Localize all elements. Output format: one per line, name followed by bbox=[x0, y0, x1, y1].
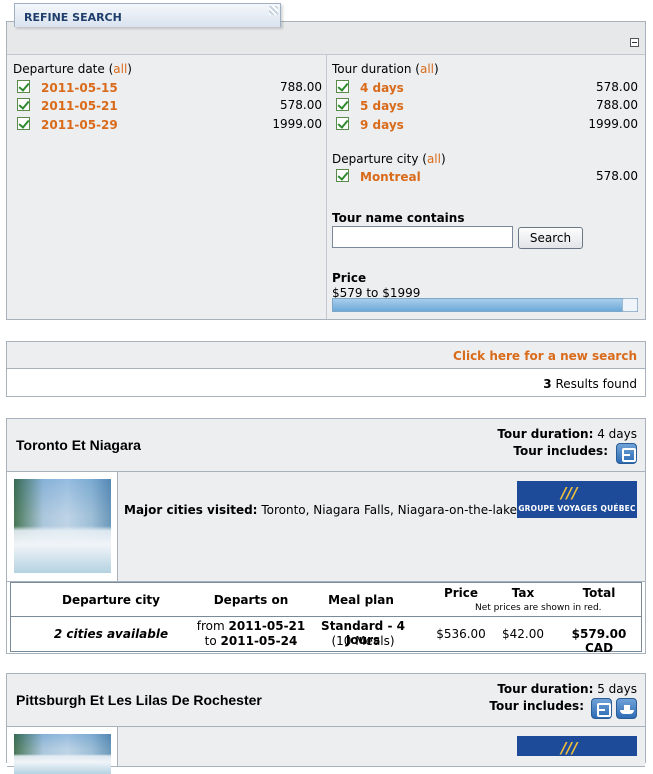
departure-date-option[interactable]: 2011-05-21 578.00 bbox=[17, 98, 322, 114]
table-header-row: Departure city Departs on Meal plan Pric… bbox=[11, 583, 641, 617]
tour-duration-all-link[interactable]: all bbox=[420, 62, 434, 76]
col-departure-city: Departure city bbox=[61, 593, 160, 607]
tour-title[interactable]: Pittsburgh Et Les Lilas De Rochester bbox=[16, 692, 262, 708]
tour-duration-option[interactable]: 9 days 1999.00 bbox=[336, 117, 638, 133]
ship-icon bbox=[616, 698, 637, 719]
col-tax: Tax bbox=[511, 586, 535, 600]
cell-meal-count: (10 Meals) bbox=[331, 634, 395, 648]
major-cities-line: Major cities visited: Toronto, Niagara F… bbox=[124, 503, 518, 517]
departure-date-all-link[interactable]: all bbox=[113, 62, 127, 76]
tour-duration-line: Tour duration: 4 days bbox=[497, 427, 637, 441]
tour-header: Toronto Et Niagara Tour duration: 4 days… bbox=[7, 419, 645, 472]
departure-date-value[interactable]: 2011-05-21 bbox=[41, 99, 118, 113]
checkbox-checked[interactable] bbox=[17, 80, 30, 93]
cell-tax: $42.00 bbox=[502, 627, 544, 641]
refine-search-tab-label: REFINE SEARCH bbox=[24, 11, 122, 24]
tour-photo[interactable] bbox=[14, 734, 111, 774]
tour-includes-label: Tour includes: bbox=[489, 699, 584, 713]
bus-icon bbox=[591, 698, 612, 719]
checkbox-checked[interactable] bbox=[17, 117, 30, 130]
departure-date-option[interactable]: 2011-05-29 1999.00 bbox=[17, 117, 322, 133]
tab-corner-decoration bbox=[269, 6, 278, 15]
departure-date-label: Departure date (all) bbox=[13, 62, 132, 76]
net-prices-note: Net prices are shown in red. bbox=[475, 603, 602, 613]
option-price: 788.00 bbox=[280, 80, 322, 94]
departure-date-option[interactable]: 2011-05-15 788.00 bbox=[17, 80, 322, 96]
cell-total: $579.00 CAD bbox=[571, 627, 627, 655]
new-search-bar: Click here for a new search bbox=[7, 342, 645, 369]
tour-duration-value[interactable]: 5 days bbox=[360, 99, 404, 113]
collapse-icon[interactable] bbox=[630, 38, 639, 47]
col-price: Price bbox=[443, 586, 479, 600]
departure-city-all-link[interactable]: all bbox=[427, 152, 441, 166]
tour-duration-value: 5 days bbox=[597, 682, 637, 696]
checkbox-checked[interactable] bbox=[17, 98, 30, 111]
refine-search-tab[interactable]: REFINE SEARCH bbox=[14, 3, 281, 27]
groupe-voyages-quebec-logo: /// GROUPE VOYAGES QUÉBEC bbox=[517, 481, 637, 518]
tour-duration-line: Tour duration: 5 days bbox=[497, 682, 637, 696]
bus-icon bbox=[616, 443, 637, 464]
tour-title[interactable]: Toronto Et Niagara bbox=[16, 437, 141, 453]
col-total: Total bbox=[582, 586, 616, 600]
checkbox-checked[interactable] bbox=[336, 80, 349, 93]
departure-city-option[interactable]: Montreal 578.00 bbox=[336, 169, 638, 185]
tour-header: Pittsburgh Et Les Lilas De Rochester Tou… bbox=[7, 674, 645, 727]
departure-date-value[interactable]: 2011-05-29 bbox=[41, 118, 118, 132]
tour-thumbnail-cell bbox=[7, 472, 118, 581]
price-slider[interactable] bbox=[332, 298, 638, 312]
tour-duration-value: 4 days bbox=[597, 427, 637, 441]
tour-pricing-table: Departure city Departs on Meal plan Pric… bbox=[10, 582, 642, 655]
results-count-line: 3 Results found bbox=[543, 377, 637, 391]
cell-departure-city[interactable]: 2 cities available bbox=[21, 627, 201, 641]
results-count: 3 bbox=[543, 377, 552, 391]
checkbox-checked[interactable] bbox=[336, 169, 349, 182]
departure-city-label: Departure city (all) bbox=[332, 152, 446, 166]
col-departs-on: Departs on bbox=[213, 593, 289, 607]
option-price: 578.00 bbox=[280, 98, 322, 112]
tour-details: /// bbox=[7, 727, 645, 774]
tour-card: Toronto Et Niagara Tour duration: 4 days… bbox=[6, 418, 646, 655]
cell-price: $536.00 bbox=[436, 627, 486, 641]
option-price: 578.00 bbox=[596, 169, 638, 183]
option-price: 1999.00 bbox=[588, 117, 638, 131]
option-price: 578.00 bbox=[596, 80, 638, 94]
tour-duration-option[interactable]: 4 days 578.00 bbox=[336, 80, 638, 96]
tour-name-label: Tour name contains bbox=[332, 211, 465, 225]
tour-thumbnail-cell bbox=[7, 727, 118, 774]
refine-search-panel: Departure date (all) 2011-05-15 788.00 2… bbox=[6, 21, 646, 320]
tour-duration-label: Tour duration (all) bbox=[332, 62, 439, 76]
results-count-label: Results found bbox=[555, 377, 637, 391]
tour-card: Pittsburgh Et Les Lilas De Rochester Tou… bbox=[6, 673, 646, 774]
price-slider-handle[interactable] bbox=[622, 298, 638, 312]
niagara-falls-photo[interactable] bbox=[14, 479, 111, 573]
groupe-voyages-quebec-logo: /// bbox=[517, 736, 637, 757]
tour-includes-label: Tour includes: bbox=[513, 444, 608, 458]
option-price: 1999.00 bbox=[272, 117, 322, 131]
departure-date-value[interactable]: 2011-05-15 bbox=[41, 81, 118, 95]
departure-city-value[interactable]: Montreal bbox=[360, 170, 421, 184]
tour-duration-value[interactable]: 4 days bbox=[360, 81, 404, 95]
new-search-link[interactable]: Click here for a new search bbox=[453, 349, 637, 363]
column-divider bbox=[326, 55, 327, 319]
tour-name-input[interactable] bbox=[332, 226, 513, 248]
results-summary-panel: Click here for a new search 3 Results fo… bbox=[6, 341, 646, 397]
major-cities-value: Toronto, Niagara Falls, Niagara-on-the-l… bbox=[261, 503, 518, 517]
tour-details: Major cities visited: Toronto, Niagara F… bbox=[7, 472, 645, 582]
checkbox-checked[interactable] bbox=[336, 117, 349, 130]
col-meal-plan: Meal plan bbox=[328, 593, 394, 607]
cell-departs-to: to 2011-05-24 bbox=[204, 634, 298, 648]
search-button[interactable]: Search bbox=[518, 227, 583, 249]
checkbox-checked[interactable] bbox=[336, 98, 349, 111]
cell-departs-from: from 2011-05-21 bbox=[196, 619, 306, 633]
tour-duration-option[interactable]: 5 days 788.00 bbox=[336, 98, 638, 114]
tour-duration-value[interactable]: 9 days bbox=[360, 118, 404, 132]
option-price: 788.00 bbox=[596, 98, 638, 112]
price-label: Price bbox=[332, 271, 367, 285]
